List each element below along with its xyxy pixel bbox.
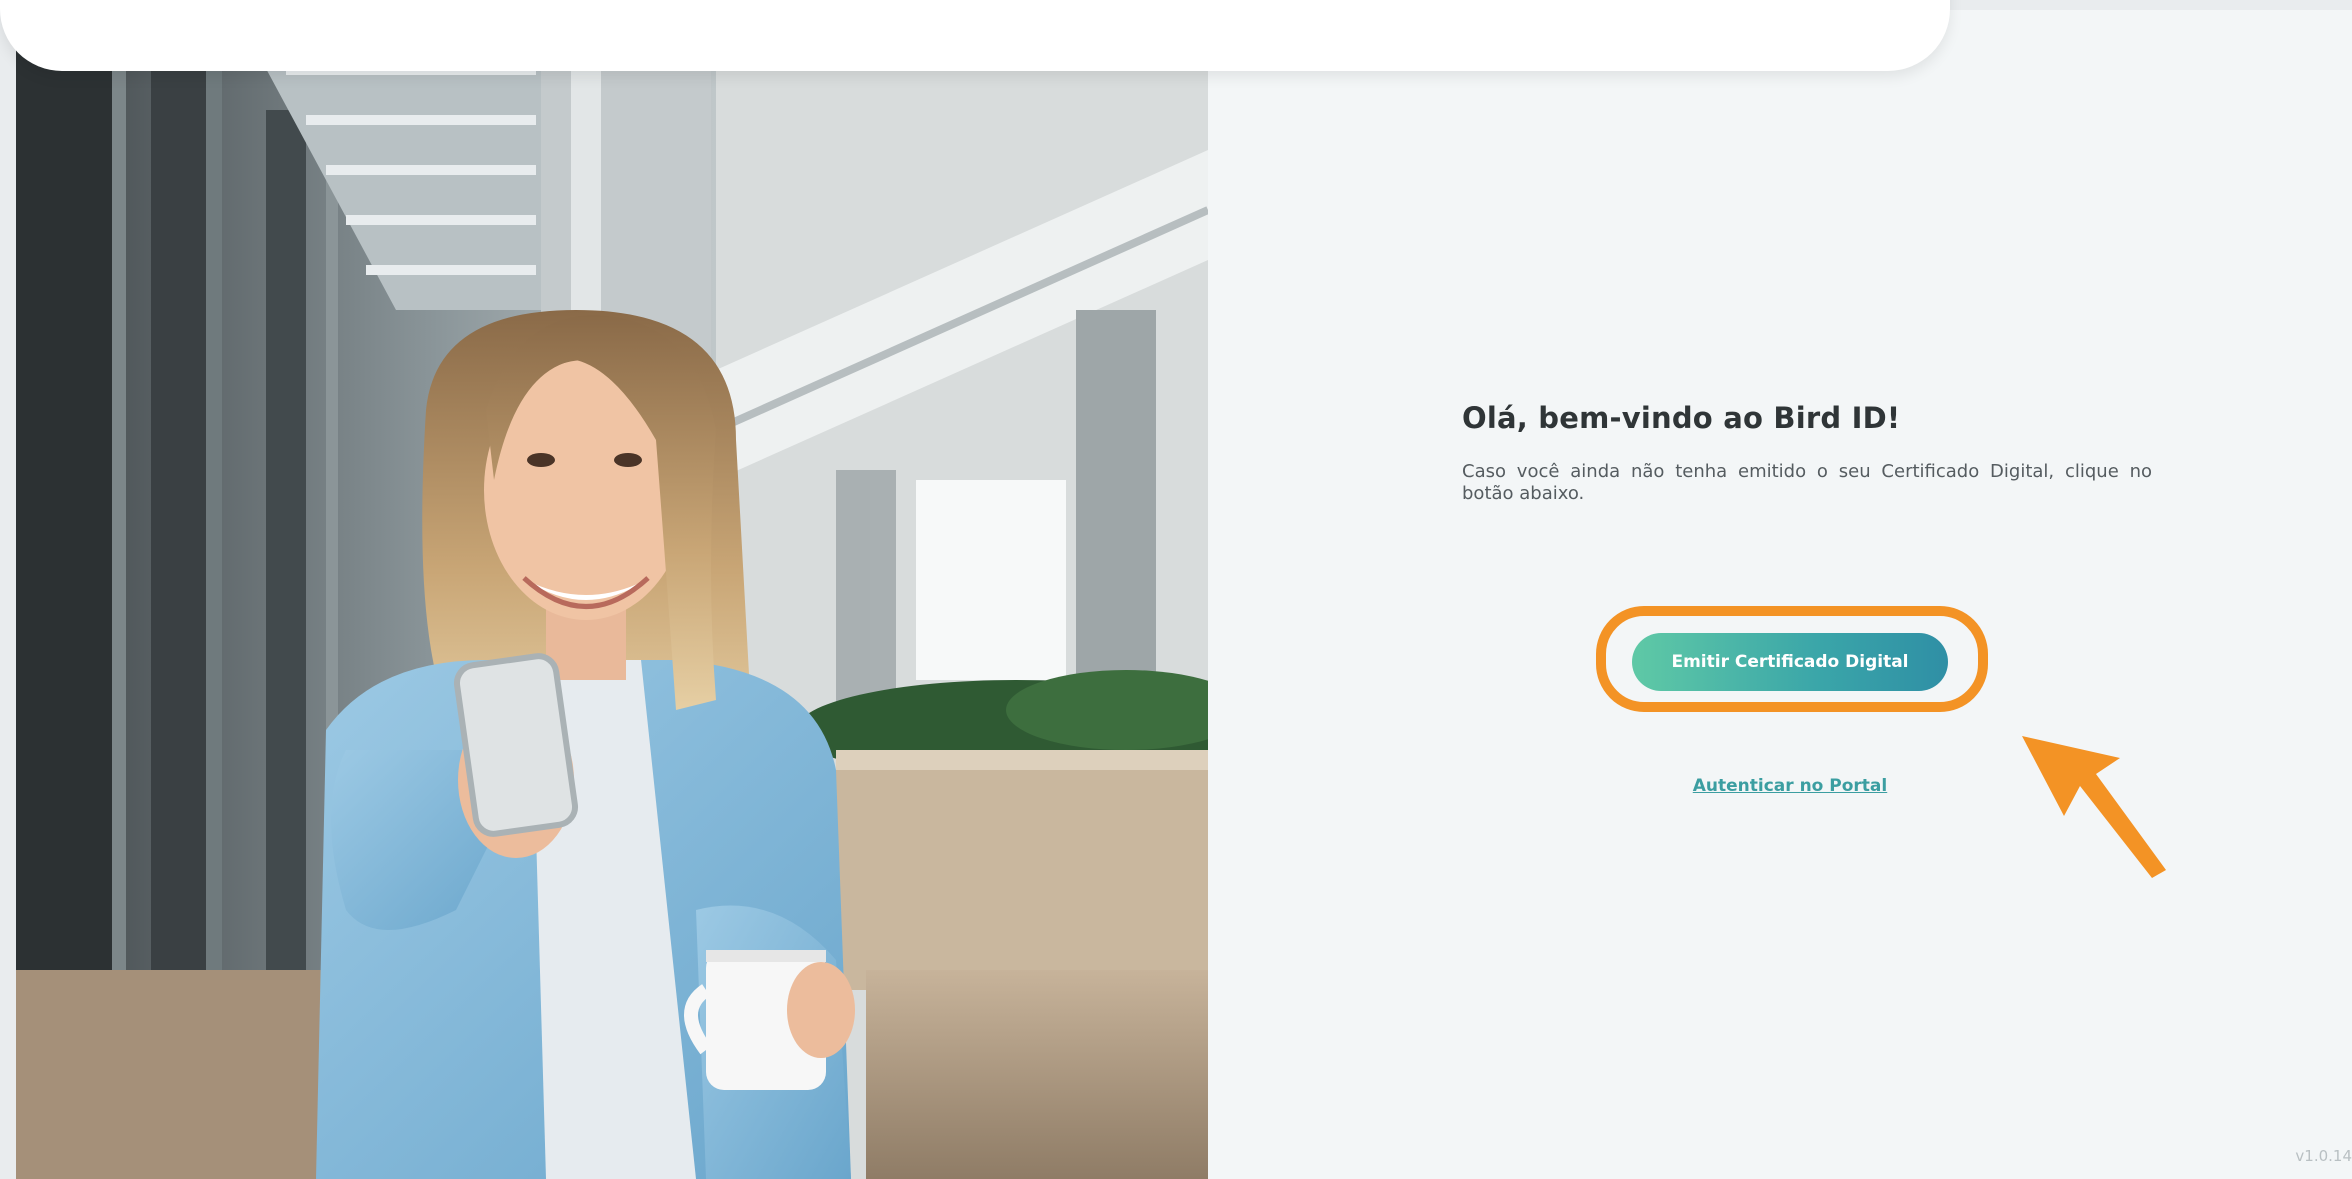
hero-photo [16,10,1208,1179]
welcome-title: Olá, bem-vindo ao Bird ID! [1462,401,1901,435]
top-card-overlay [0,0,1950,71]
pointer-arrow-icon [2022,736,2166,878]
welcome-section: Olá, bem-vindo ao Bird ID! Caso você ain… [1462,401,2152,505]
issue-certificate-button[interactable]: Emitir Certificado Digital [1632,633,1948,691]
version-label: v1.0.14 [2295,1147,2352,1165]
authenticate-portal-link[interactable]: Autenticar no Portal [1600,776,1980,796]
app-frame: Olá, bem-vindo ao Bird ID! Caso você ain… [16,10,2352,1179]
welcome-description: Caso você ainda não tenha emitido o seu … [1462,461,2152,504]
